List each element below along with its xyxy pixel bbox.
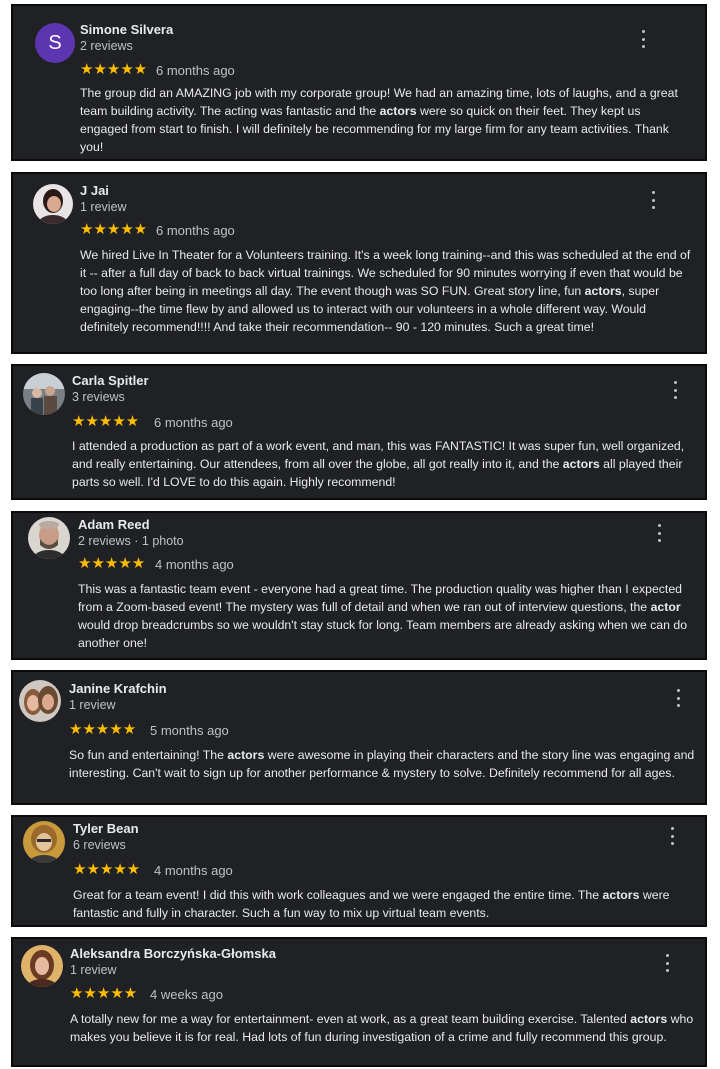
avatar-photo [21, 945, 63, 987]
review-text: We hired Live In Theater for a Volunteer… [80, 248, 691, 334]
reviewer-name[interactable]: Tyler Bean [73, 821, 139, 836]
more-options-icon[interactable] [637, 30, 649, 48]
reviewer-name[interactable]: J Jai [80, 183, 109, 198]
star-rating: ★★★★★ [80, 61, 148, 78]
more-options-icon[interactable] [672, 689, 684, 707]
review-text: The group did an AMAZING job with my cor… [80, 86, 678, 154]
review-text: A totally new for me a way for entertain… [70, 1012, 694, 1044]
avatar-photo [23, 821, 65, 863]
highlighted-keyword: actors [379, 104, 417, 118]
avatar-photo [19, 680, 61, 722]
more-options-icon[interactable] [647, 191, 659, 209]
avatar-initial: S [48, 31, 62, 54]
review-date: 5 months ago [150, 723, 229, 738]
reviewer-meta: 6 reviews [73, 838, 126, 852]
star-rating: ★★★★★ [72, 413, 140, 430]
avatar[interactable] [23, 373, 65, 415]
review-card: Aleksandra Borczyńska-Głomska 1 review ★… [11, 937, 707, 1067]
reviewer-meta: 1 review [80, 200, 127, 214]
highlighted-keyword: actors [562, 457, 600, 471]
avatar[interactable] [33, 184, 73, 224]
star-rating: ★★★★★ [73, 861, 141, 878]
reviewer-name[interactable]: Carla Spitler [72, 373, 149, 388]
star-rating: ★★★★★ [70, 985, 138, 1002]
review-card: Carla Spitler 3 reviews ★★★★★ 6 months a… [11, 364, 707, 500]
review-text: So fun and entertaining! The actors were… [69, 748, 695, 780]
reviewer-name[interactable]: Adam Reed [78, 517, 150, 532]
reviewer-meta: 1 review [69, 698, 116, 712]
avatar-photo [28, 517, 70, 559]
reviewer-name[interactable]: Simone Silvera [80, 22, 173, 37]
highlighted-keyword: actor [650, 600, 681, 614]
reviewer-meta: 3 reviews [72, 390, 125, 404]
highlighted-keyword: actors [630, 1012, 668, 1026]
avatar-photo [23, 373, 65, 415]
review-date: 6 months ago [156, 63, 235, 78]
avatar[interactable] [23, 821, 65, 863]
review-date: 6 months ago [156, 223, 235, 238]
more-options-icon[interactable] [661, 954, 673, 972]
review-text: Great for a team event! I did this with … [73, 888, 670, 920]
more-options-icon[interactable] [669, 381, 681, 399]
review-card: Adam Reed 2 reviews · 1 photo ★★★★★ 4 mo… [11, 511, 707, 660]
more-options-icon[interactable] [666, 827, 678, 845]
avatar[interactable] [21, 945, 63, 987]
review-date: 6 months ago [154, 415, 233, 430]
review-card: S Simone Silvera 2 reviews ★★★★★ 6 month… [11, 4, 707, 161]
reviewer-meta: 1 review [70, 963, 117, 977]
star-rating: ★★★★★ [69, 721, 137, 738]
reviewer-meta: 2 reviews [80, 39, 133, 53]
review-card: Janine Krafchin 1 review ★★★★★ 5 months … [11, 670, 707, 805]
highlighted-keyword: actors [584, 284, 622, 298]
review-card: Tyler Bean 6 reviews ★★★★★ 4 months ago … [11, 815, 707, 927]
review-text: I attended a production as part of a wor… [72, 439, 685, 489]
avatar-photo [33, 184, 73, 224]
star-rating: ★★★★★ [78, 555, 146, 572]
review-card: J Jai 1 review ★★★★★ 6 months ago We hir… [11, 172, 707, 354]
review-date: 4 weeks ago [150, 987, 223, 1002]
review-date: 4 months ago [155, 557, 234, 572]
review-date: 4 months ago [154, 863, 233, 878]
more-options-icon[interactable] [653, 524, 665, 542]
avatar[interactable] [19, 680, 61, 722]
reviewer-meta: 2 reviews · 1 photo [78, 534, 184, 548]
reviewer-name[interactable]: Aleksandra Borczyńska-Głomska [70, 946, 276, 961]
avatar[interactable]: S [35, 23, 75, 63]
highlighted-keyword: actors [227, 748, 265, 762]
star-rating: ★★★★★ [80, 221, 148, 238]
highlighted-keyword: actors [602, 888, 640, 902]
reviewer-name[interactable]: Janine Krafchin [69, 681, 167, 696]
review-text: This was a fantastic team event - everyo… [78, 582, 688, 650]
avatar[interactable] [28, 517, 70, 559]
